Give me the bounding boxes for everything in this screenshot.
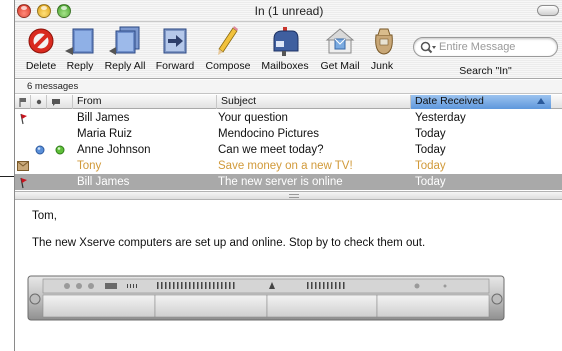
message-date: Today xyxy=(415,160,446,172)
message-date: Today xyxy=(415,128,446,140)
search-field[interactable]: Entire Message xyxy=(413,37,558,57)
message-row[interactable]: Tony Save money on a new TV! Today xyxy=(15,158,562,174)
message-from: Tony xyxy=(77,160,102,172)
delete-button[interactable]: Delete xyxy=(23,25,59,79)
column-buddy-header[interactable] xyxy=(47,95,73,109)
message-row-selected[interactable]: Bill James The new server is online Toda… xyxy=(15,174,562,190)
compose-pencil-icon xyxy=(218,26,238,55)
flag-icon xyxy=(20,177,27,189)
delete-label: Delete xyxy=(25,60,57,72)
forward-icon xyxy=(163,28,187,54)
compose-button[interactable]: Compose xyxy=(203,25,253,79)
search-placeholder: Entire Message xyxy=(439,41,516,53)
reply-all-icon xyxy=(109,26,140,55)
column-from-header[interactable]: From xyxy=(73,95,217,109)
get-mail-button[interactable]: Get Mail xyxy=(317,25,363,79)
message-subject: Mendocino Pictures xyxy=(218,128,319,140)
message-date: Today xyxy=(415,144,446,156)
reply-all-label: Reply All xyxy=(104,60,146,72)
column-header-bar: From Subject Date Received xyxy=(15,95,562,109)
message-row[interactable]: Bill James Your question Yesterday xyxy=(15,110,562,126)
junk-bag-icon xyxy=(375,28,393,55)
get-mail-label: Get Mail xyxy=(320,60,360,72)
reply-icon xyxy=(65,28,94,55)
unread-dot-icon xyxy=(35,145,45,155)
column-subject-header[interactable]: Subject xyxy=(217,95,411,109)
column-date-label: Date Received xyxy=(415,95,484,107)
message-preview-pane: Tom, The new Xserve computers are set up… xyxy=(15,201,562,351)
junk-button[interactable]: Junk xyxy=(367,25,397,79)
buddy-online-icon xyxy=(55,145,65,155)
message-body-text: The new Xserve computers are set up and … xyxy=(32,237,426,249)
column-status-header[interactable] xyxy=(31,95,47,109)
message-row[interactable]: Maria Ruiz Mendocino Pictures Today xyxy=(15,126,562,142)
mail-window: In (1 unread) Delete Reply Reply All For… xyxy=(14,0,562,351)
title-bar[interactable]: In (1 unread) xyxy=(15,0,562,22)
search-magnifier-icon[interactable] xyxy=(420,41,436,55)
mailboxes-icon xyxy=(273,27,299,56)
compose-label: Compose xyxy=(205,60,251,72)
junk-label: Junk xyxy=(370,60,394,72)
search-label: Search "In" xyxy=(459,65,512,77)
message-list: Bill James Your question Yesterday Maria… xyxy=(15,110,562,190)
reply-label: Reply xyxy=(66,60,94,72)
message-from: Bill James xyxy=(77,112,130,124)
splitter-grip-icon[interactable] xyxy=(289,194,299,198)
get-mail-icon xyxy=(325,28,355,54)
toolbar-toggle-button[interactable] xyxy=(537,5,559,16)
window-title: In (1 unread) xyxy=(254,4,324,18)
pane-splitter[interactable] xyxy=(15,191,562,200)
message-date: Yesterday xyxy=(415,112,466,124)
column-flag-header[interactable] xyxy=(15,95,31,109)
junk-mail-icon xyxy=(17,161,29,171)
message-from: Bill James xyxy=(77,176,130,188)
message-row[interactable]: Anne Johnson Can we meet today? Today xyxy=(15,142,562,158)
delete-icon xyxy=(28,28,54,54)
message-count-status: 6 messages xyxy=(15,80,562,94)
toolbar: Delete Reply Reply All Forward Compose M… xyxy=(15,22,562,79)
chat-bubble-icon xyxy=(52,99,60,106)
message-date: Today xyxy=(415,176,446,188)
message-greeting: Tom, xyxy=(32,210,57,222)
xserve-server-image xyxy=(27,275,505,321)
message-subject: Can we meet today? xyxy=(218,144,324,156)
sort-ascending-icon xyxy=(537,98,545,104)
unread-dot-icon xyxy=(36,99,42,105)
mailboxes-button[interactable]: Mailboxes xyxy=(259,25,311,79)
column-date-header[interactable]: Date Received xyxy=(411,95,551,109)
message-from: Anne Johnson xyxy=(77,144,151,156)
message-subject: Your question xyxy=(218,112,288,124)
reply-button[interactable]: Reply xyxy=(63,25,97,79)
flag-icon xyxy=(20,113,27,125)
message-subject: The new server is online xyxy=(218,176,343,188)
mailboxes-label: Mailboxes xyxy=(261,60,309,72)
message-subject: Save money on a new TV! xyxy=(218,160,353,172)
message-from: Maria Ruiz xyxy=(77,128,132,140)
reply-all-button[interactable]: Reply All xyxy=(101,25,149,79)
forward-label: Forward xyxy=(155,60,195,72)
flag-column-icon xyxy=(19,98,26,107)
forward-button[interactable]: Forward xyxy=(153,25,197,79)
